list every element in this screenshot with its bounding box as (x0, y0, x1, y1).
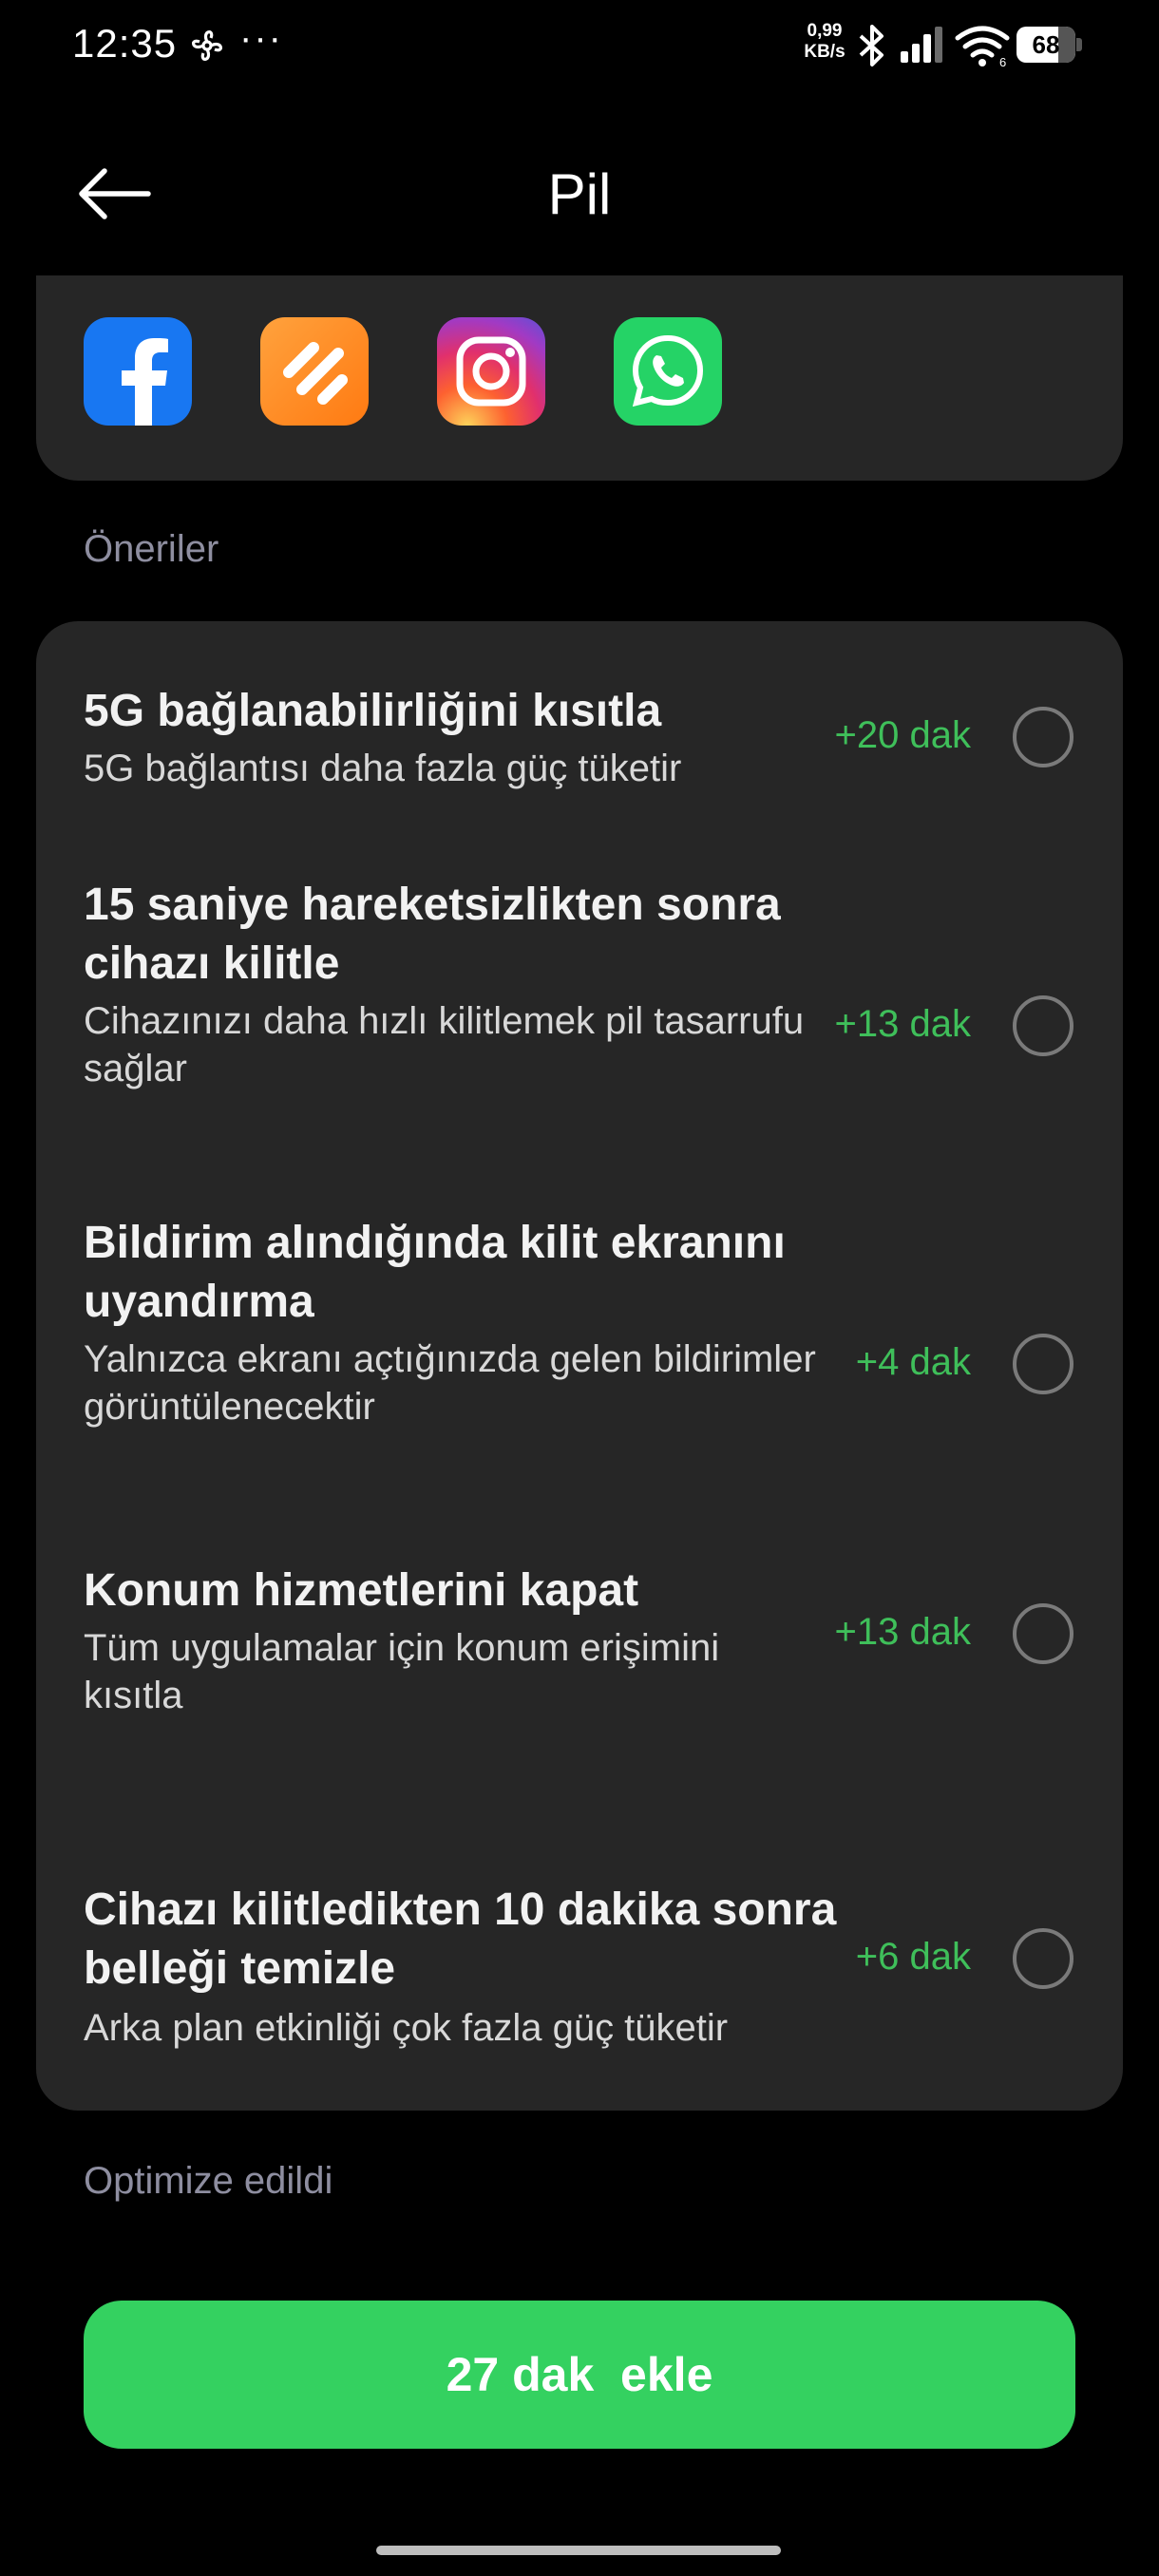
status-bar: 12:35 ··· 0,99 KB/s 6 68 (0, 0, 1159, 91)
overflow-dots: ··· (239, 17, 283, 59)
whatsapp-icon[interactable] (614, 317, 722, 426)
suggestion-description: Cihazınızı daha hızlı kilitlemek pil tas… (84, 1000, 805, 1089)
add-time-button[interactable]: 27 dak ekle (84, 2301, 1075, 2449)
suggestion-title: 5G bağlanabilirliğini kısıtla (84, 686, 662, 736)
suggestion-time-gain: +13 dak (834, 1611, 971, 1653)
optimized-section-label: Optimize edildi (84, 2160, 333, 2202)
suggestion-description: Tüm uygulamalar için konum erişimini kıs… (84, 1627, 720, 1716)
suggestion-description: Yalnızca ekranı açtığınızda gelen bildir… (84, 1338, 816, 1428)
facebook-icon[interactable] (84, 317, 192, 426)
suggestion-radio[interactable] (1013, 707, 1074, 767)
battery-level: 68 (1032, 30, 1060, 59)
suggestion-time-gain: +6 dak (855, 1936, 971, 1978)
suggestion-item[interactable]: Cihazı kilitledikten 10 dakika sonra bel… (36, 1809, 1123, 2111)
suggestion-title: 15 saniye hareketsizlikten sonra cihazı … (84, 880, 781, 989)
home-indicator[interactable] (376, 2546, 781, 2555)
orange-app-icon[interactable] (260, 317, 369, 426)
bluetooth-icon (859, 25, 884, 66)
net-speed: 0,99 KB/s (804, 21, 846, 62)
suggestion-radio[interactable] (1013, 1334, 1074, 1394)
battery-icon: 68 (1016, 27, 1083, 63)
suggestion-radio[interactable] (1013, 1928, 1074, 1989)
page-title: Pil (547, 162, 612, 226)
suggestion-time-gain: +13 dak (834, 1003, 971, 1045)
suggestion-item[interactable]: 15 saniye hareketsizlikten sonra cihazı … (36, 849, 1123, 1191)
suggestion-radio[interactable] (1013, 1603, 1074, 1664)
suggestions-card: 5G bağlanabilirliğini kısıtla 5G bağlant… (36, 621, 1123, 2111)
svg-text:6: 6 (999, 55, 1006, 68)
suggestion-item[interactable]: Bildirim alındığında kilit ekranını uyan… (36, 1191, 1123, 1533)
suggestion-title: Konum hizmetlerini kapat (84, 1565, 639, 1616)
cell-signal-icon (901, 27, 942, 63)
suggestion-title: Cihazı kilitledikten 10 dakika sonra bel… (84, 1885, 837, 1994)
instagram-icon[interactable] (437, 317, 545, 426)
suggestion-item[interactable]: 5G bağlanabilirliğini kısıtla 5G bağlant… (36, 621, 1123, 849)
battery-usage-apps-card (36, 275, 1123, 481)
status-time: 12:35 (72, 21, 178, 66)
suggestion-radio[interactable] (1013, 995, 1074, 1056)
suggestion-description: 5G bağlantısı daha fazla güç tüketir (84, 748, 682, 789)
suggestion-description: Arka plan etkinliği çok fazla güç tüketi… (84, 2007, 729, 2049)
fan-icon (192, 30, 222, 61)
suggestion-time-gain: +20 dak (834, 714, 971, 756)
wifi-icon: 6 (955, 26, 1010, 68)
suggestion-title: Bildirim alındığında kilit ekranını uyan… (84, 1218, 786, 1327)
suggestion-time-gain: +4 dak (855, 1341, 971, 1383)
suggestion-item[interactable]: Konum hizmetlerini kapat Tüm uygulamalar… (36, 1533, 1123, 1809)
suggestions-section-label: Öneriler (84, 528, 219, 570)
header: Pil (0, 142, 1159, 247)
